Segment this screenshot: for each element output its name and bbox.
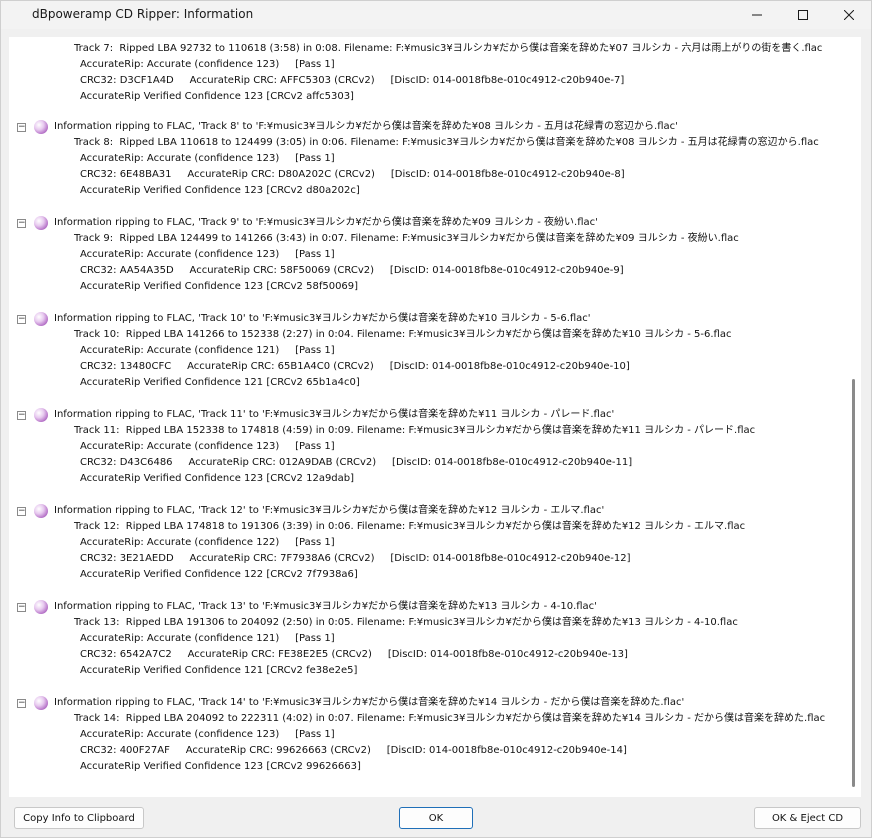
info-sphere-icon bbox=[34, 600, 48, 614]
log-block-header: Information ripping to FLAC, 'Track 11' … bbox=[54, 409, 615, 420]
collapse-toggle[interactable]: − bbox=[17, 603, 26, 612]
log-line: AccurateRip Verified Confidence 121 [CRC… bbox=[80, 665, 358, 676]
log-line: CRC32: 6E48BA31 AccurateRip CRC: D80A202… bbox=[80, 169, 625, 180]
info-sphere-icon bbox=[34, 408, 48, 422]
collapse-toggle[interactable]: − bbox=[17, 219, 26, 228]
log-line: Track 9: Ripped LBA 124499 to 141266 (3:… bbox=[74, 233, 739, 244]
log-line: CRC32: D43C6486 AccurateRip CRC: 012A9DA… bbox=[80, 457, 633, 468]
log-line: AccurateRip: Accurate (confidence 123) [… bbox=[80, 153, 335, 164]
scrollbar-thumb[interactable] bbox=[852, 379, 855, 787]
maximize-icon bbox=[798, 10, 808, 20]
log-line: CRC32: 6542A7C2 AccurateRip CRC: FE38E2E… bbox=[80, 649, 628, 660]
log-line: AccurateRip: Accurate (confidence 123) [… bbox=[80, 441, 335, 452]
info-sphere-icon bbox=[34, 216, 48, 230]
log-line: CRC32: AA54A35D AccurateRip CRC: 58F5006… bbox=[80, 265, 624, 276]
log-line: Track 12: Ripped LBA 174818 to 191306 (3… bbox=[74, 521, 746, 532]
log-line: AccurateRip Verified Confidence 123 [CRC… bbox=[80, 91, 354, 102]
log-block-header: Information ripping to FLAC, 'Track 8' t… bbox=[54, 121, 678, 132]
log-line: AccurateRip Verified Confidence 123 [CRC… bbox=[80, 185, 360, 196]
log-line: Track 13: Ripped LBA 191306 to 204092 (2… bbox=[74, 617, 738, 628]
vertical-scrollbar[interactable] bbox=[849, 43, 859, 791]
info-sphere-icon bbox=[34, 504, 48, 518]
ok-eject-button[interactable]: OK & Eject CD bbox=[754, 807, 861, 829]
log-line: Track 11: Ripped LBA 152338 to 174818 (4… bbox=[74, 425, 756, 436]
log-line: CRC32: 400F27AF AccurateRip CRC: 9962666… bbox=[80, 745, 627, 756]
log-line: AccurateRip Verified Confidence 123 [CRC… bbox=[80, 281, 359, 292]
log-line: AccurateRip: Accurate (confidence 123) [… bbox=[80, 729, 335, 740]
maximize-button[interactable] bbox=[780, 1, 826, 29]
collapse-toggle[interactable]: − bbox=[17, 123, 26, 132]
log-line: AccurateRip Verified Confidence 121 [CRC… bbox=[80, 377, 360, 388]
info-sphere-icon bbox=[34, 120, 48, 134]
log-block-header: Information ripping to FLAC, 'Track 10' … bbox=[54, 313, 591, 324]
info-sphere-icon bbox=[34, 312, 48, 326]
collapse-toggle[interactable]: − bbox=[17, 411, 26, 420]
log-line: Track 10: Ripped LBA 141266 to 152338 (2… bbox=[74, 329, 732, 340]
minimize-button[interactable] bbox=[734, 1, 780, 29]
log-line: AccurateRip Verified Confidence 122 [CRC… bbox=[80, 569, 358, 580]
log-line: AccurateRip: Accurate (confidence 121) [… bbox=[80, 633, 335, 644]
log-line: AccurateRip: Accurate (confidence 122) [… bbox=[80, 537, 335, 548]
log-block-header: Information ripping to FLAC, 'Track 13' … bbox=[54, 601, 597, 612]
information-log[interactable]: Track 7: Ripped LBA 92732 to 110618 (3:5… bbox=[9, 37, 861, 797]
log-line: AccurateRip: Accurate (confidence 121) [… bbox=[80, 345, 335, 356]
log-line: Track 8: Ripped LBA 110618 to 124499 (3:… bbox=[74, 137, 819, 148]
log-line: CRC32: D3CF1A4D AccurateRip CRC: AFFC530… bbox=[80, 75, 625, 86]
information-window: dBpoweramp CD Ripper: Information Track … bbox=[0, 0, 872, 838]
log-line: AccurateRip: Accurate (confidence 123) [… bbox=[80, 249, 335, 260]
collapse-toggle[interactable]: − bbox=[17, 507, 26, 516]
minimize-icon bbox=[752, 14, 762, 16]
ok-button[interactable]: OK bbox=[399, 807, 473, 829]
close-icon bbox=[844, 10, 854, 20]
log-line: Track 14: Ripped LBA 204092 to 222311 (4… bbox=[74, 713, 826, 724]
info-sphere-icon bbox=[34, 696, 48, 710]
log-block-header: Information ripping to FLAC, 'Track 9' t… bbox=[54, 217, 598, 228]
log-block-header: Information ripping to FLAC, 'Track 12' … bbox=[54, 505, 605, 516]
log-line: Track 7: Ripped LBA 92732 to 110618 (3:5… bbox=[74, 43, 823, 54]
log-block-header: Information ripping to FLAC, 'Track 14' … bbox=[54, 697, 685, 708]
collapse-toggle[interactable]: − bbox=[17, 699, 26, 708]
collapse-toggle[interactable]: − bbox=[17, 315, 26, 324]
title-bar[interactable]: dBpoweramp CD Ripper: Information bbox=[1, 1, 871, 29]
log-line: AccurateRip Verified Confidence 123 [CRC… bbox=[80, 761, 361, 772]
log-line: CRC32: 3E21AEDD AccurateRip CRC: 7F7938A… bbox=[80, 553, 631, 564]
copy-info-button[interactable]: Copy Info to Clipboard bbox=[14, 807, 144, 829]
log-line: CRC32: 13480CFC AccurateRip CRC: 65B1A4C… bbox=[80, 361, 630, 372]
window-title: dBpoweramp CD Ripper: Information bbox=[32, 7, 254, 21]
close-button[interactable] bbox=[826, 1, 871, 29]
log-line: AccurateRip Verified Confidence 123 [CRC… bbox=[80, 473, 355, 484]
log-line: AccurateRip: Accurate (confidence 123) [… bbox=[80, 59, 335, 70]
